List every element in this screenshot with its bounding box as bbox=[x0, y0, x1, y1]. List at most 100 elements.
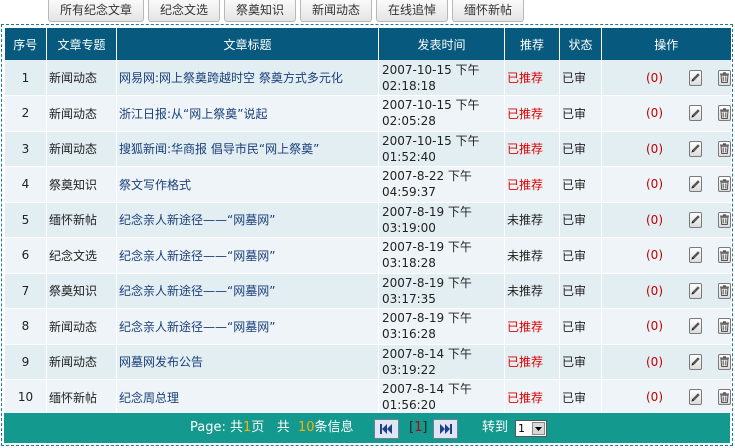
delete-button[interactable] bbox=[718, 105, 731, 122]
edit-button[interactable] bbox=[689, 105, 702, 122]
row-number: 3 bbox=[4, 131, 47, 167]
pencil-icon bbox=[691, 357, 700, 366]
recommend-status[interactable]: 未推荐 bbox=[504, 273, 560, 309]
delete-button[interactable] bbox=[718, 247, 731, 264]
edit-button[interactable] bbox=[689, 211, 702, 228]
trash-icon bbox=[720, 321, 729, 332]
trash-icon bbox=[720, 392, 729, 403]
topic-tabs: 所有纪念文章 纪念文选 祭奠知识 新闻动态 在线追悼 缅怀新帖 bbox=[48, 0, 528, 22]
delete-button[interactable] bbox=[718, 69, 731, 86]
article-title-link[interactable]: 纪念亲人新途径——“网墓网” bbox=[119, 249, 275, 263]
row-topic: 新闻动态 bbox=[46, 308, 117, 345]
recommend-status[interactable]: 已推荐 bbox=[504, 60, 560, 96]
edit-button[interactable] bbox=[689, 353, 702, 370]
pencil-icon bbox=[691, 286, 700, 295]
comments-link[interactable]: (0) bbox=[602, 248, 663, 262]
row-publish-time: 2007-8-19 下午 03:16:28 bbox=[378, 308, 505, 345]
comment-count: (0) bbox=[646, 319, 663, 334]
delete-button[interactable] bbox=[718, 176, 731, 193]
delete-button[interactable] bbox=[718, 282, 731, 299]
header-title[interactable]: 文章标题 bbox=[116, 28, 379, 60]
tab-memorial-selections[interactable]: 纪念文选 bbox=[148, 0, 220, 22]
comments-link[interactable]: (0) bbox=[602, 106, 663, 120]
article-title-link[interactable]: 网墓网发布公告 bbox=[119, 355, 203, 369]
recommend-status[interactable]: 未推荐 bbox=[504, 237, 560, 274]
recommend-status[interactable]: 已推荐 bbox=[504, 95, 560, 132]
article-title-link[interactable]: 网易网:网上祭奠跨越时空 祭奠方式多元化 bbox=[119, 71, 343, 85]
row-number: 10 bbox=[4, 379, 47, 416]
article-title-link[interactable]: 祭文写作格式 bbox=[119, 178, 191, 192]
table-row: 1 新闻动态 网易网:网上祭奠跨越时空 祭奠方式多元化 2007-10-15 下午 02… bbox=[4, 60, 731, 96]
edit-button[interactable] bbox=[689, 389, 702, 406]
recommend-status[interactable]: 已推荐 bbox=[504, 379, 560, 416]
last-page-button[interactable] bbox=[433, 419, 458, 439]
tab-news[interactable]: 新闻动态 bbox=[300, 0, 372, 22]
edit-button[interactable] bbox=[689, 247, 702, 264]
review-status: 已审 bbox=[559, 344, 602, 380]
row-number: 8 bbox=[4, 308, 47, 345]
row-publish-time: 2007-10-15 下午 02:05:28 bbox=[378, 95, 505, 132]
article-title-link[interactable]: 纪念亲人新途径——“网墓网” bbox=[119, 284, 275, 298]
recommend-status[interactable]: 已推荐 bbox=[504, 166, 560, 203]
article-title-link[interactable]: 纪念周总理 bbox=[119, 391, 179, 405]
row-number: 1 bbox=[4, 60, 47, 96]
delete-button[interactable] bbox=[718, 353, 731, 370]
edit-button[interactable] bbox=[689, 140, 702, 157]
goto-page-select[interactable]: 1 bbox=[515, 420, 547, 437]
header-recommend[interactable]: 推荐 bbox=[504, 28, 560, 60]
comment-count: (0) bbox=[646, 141, 663, 156]
comments-link[interactable]: (0) bbox=[602, 71, 663, 85]
tab-remembrance-posts[interactable]: 缅怀新帖 bbox=[452, 0, 524, 22]
row-publish-time: 2007-10-15 下午 01:52:40 bbox=[378, 131, 505, 167]
comments-link[interactable]: (0) bbox=[602, 284, 663, 298]
comment-count: (0) bbox=[646, 283, 663, 298]
article-title-link[interactable]: 浙江日报:从“网上祭奠”说起 bbox=[119, 107, 267, 121]
header-publish-time[interactable]: 发表时间 bbox=[378, 28, 505, 60]
article-title-link[interactable]: 纪念亲人新途径——“网墓网” bbox=[119, 320, 275, 334]
header-no[interactable]: 序号 bbox=[4, 28, 47, 60]
delete-button[interactable] bbox=[718, 140, 731, 157]
review-status: 已审 bbox=[559, 131, 602, 167]
edit-button[interactable] bbox=[689, 176, 702, 193]
header-status[interactable]: 状态 bbox=[559, 28, 602, 60]
comments-link[interactable]: (0) bbox=[602, 390, 663, 404]
edit-button[interactable] bbox=[689, 69, 702, 86]
comments-link[interactable]: (0) bbox=[602, 142, 663, 156]
tab-all-articles[interactable]: 所有纪念文章 bbox=[48, 0, 144, 22]
last-page-icon bbox=[440, 424, 452, 434]
delete-button[interactable] bbox=[718, 211, 731, 228]
article-title-link[interactable]: 搜狐新闻:华商报 倡导市民“网上祭奠” bbox=[119, 142, 319, 156]
row-publish-time: 2007-8-14 下午 01:56:20 bbox=[378, 379, 505, 416]
first-page-button[interactable] bbox=[374, 419, 399, 439]
header-topic[interactable]: 文章专题 bbox=[46, 28, 117, 60]
row-number: 2 bbox=[4, 95, 47, 132]
row-publish-time: 2007-8-19 下午 03:17:35 bbox=[378, 273, 505, 309]
comments-link[interactable]: (0) bbox=[602, 319, 663, 333]
article-title-link[interactable]: 纪念亲人新途径——“网墓网” bbox=[119, 213, 275, 227]
delete-button[interactable] bbox=[718, 389, 731, 406]
tab-online-mourning[interactable]: 在线追悼 bbox=[376, 0, 448, 22]
comment-count: (0) bbox=[646, 390, 663, 405]
recommend-status[interactable]: 已推荐 bbox=[504, 308, 560, 345]
row-topic: 缅怀新帖 bbox=[46, 202, 117, 238]
row-topic: 纪念文选 bbox=[46, 237, 117, 274]
row-number: 4 bbox=[4, 166, 47, 203]
pencil-icon bbox=[691, 393, 700, 402]
recommend-status[interactable]: 未推荐 bbox=[504, 202, 560, 238]
tab-memorial-knowledge[interactable]: 祭奠知识 bbox=[224, 0, 296, 22]
table-row: 8 新闻动态 纪念亲人新途径——“网墓网” 2007-8-19 下午 03:16:28 已… bbox=[4, 308, 731, 345]
edit-button[interactable] bbox=[689, 282, 702, 299]
row-publish-time: 2007-8-19 下午 03:18:28 bbox=[378, 237, 505, 274]
recommend-status[interactable]: 已推荐 bbox=[504, 131, 560, 167]
trash-icon bbox=[720, 143, 729, 155]
row-topic: 祭奠知识 bbox=[46, 166, 117, 203]
comments-link[interactable]: (0) bbox=[602, 355, 663, 369]
comments-link[interactable]: (0) bbox=[602, 177, 663, 191]
pencil-icon bbox=[691, 215, 700, 224]
pencil-icon bbox=[691, 144, 700, 153]
delete-button[interactable] bbox=[718, 318, 731, 335]
edit-button[interactable] bbox=[689, 318, 702, 335]
recommend-status[interactable]: 已推荐 bbox=[504, 344, 560, 380]
goto-label: 转到 bbox=[482, 420, 509, 435]
comments-link[interactable]: (0) bbox=[602, 213, 663, 227]
